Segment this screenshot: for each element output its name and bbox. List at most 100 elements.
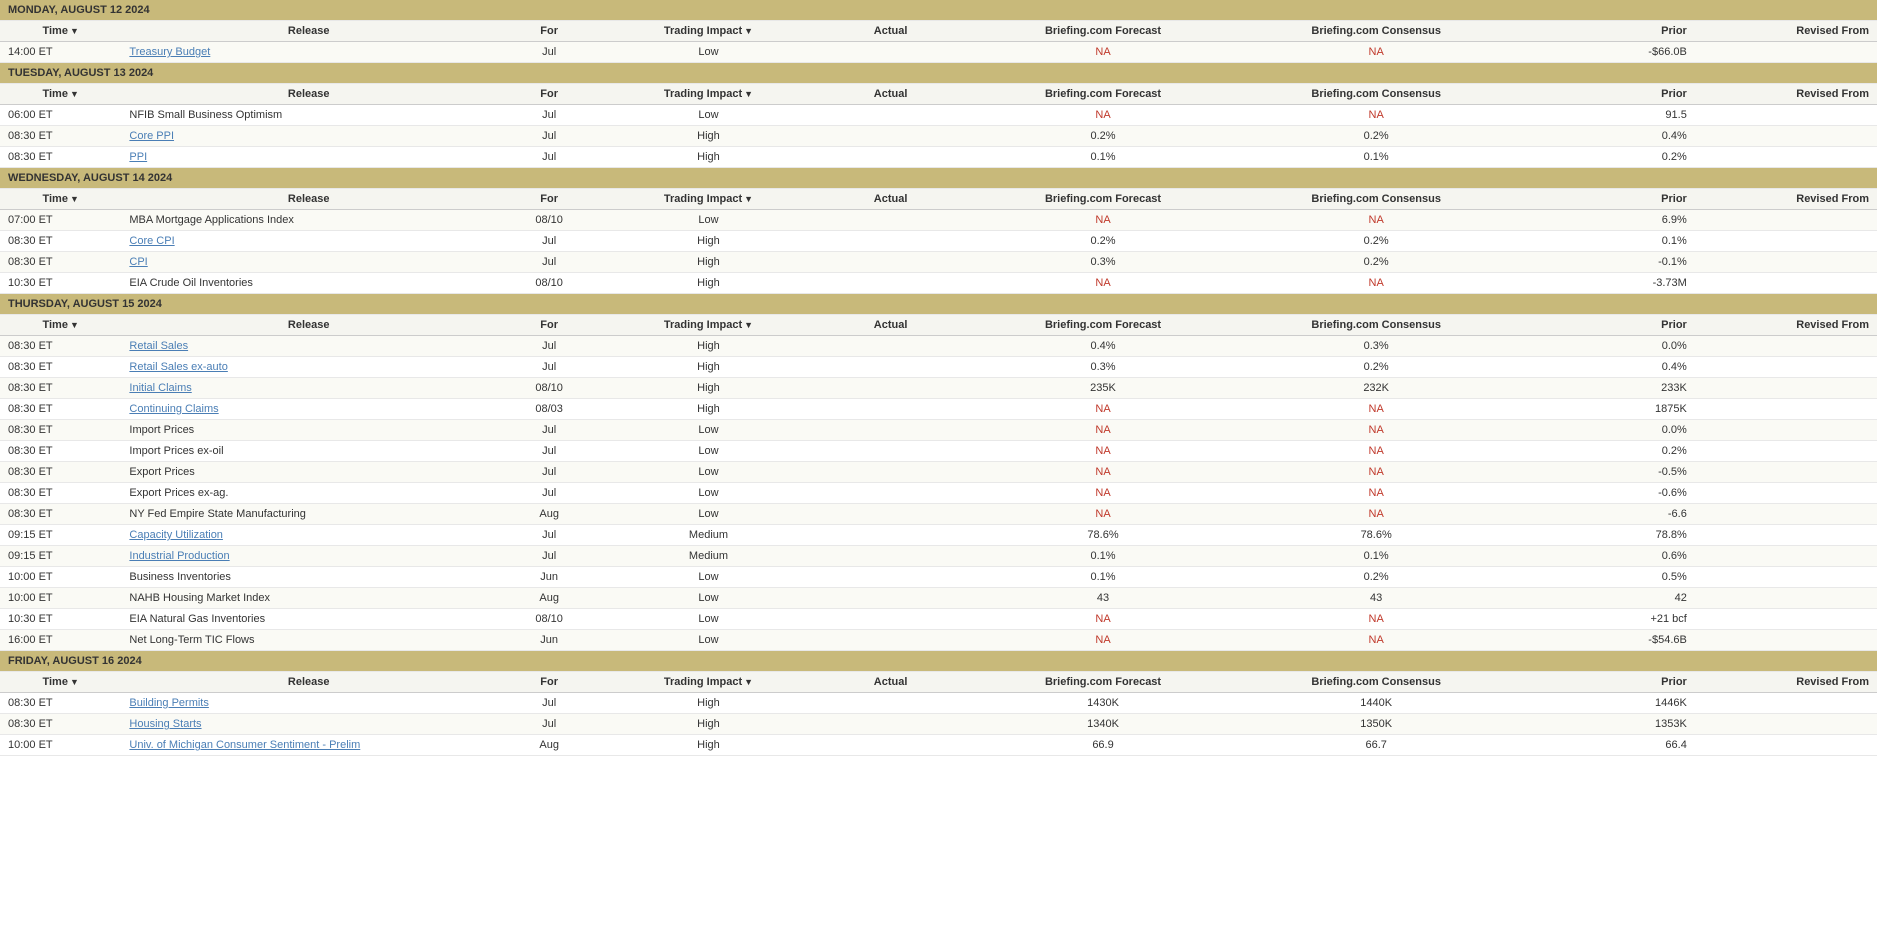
col-header-revised-from: Revised From bbox=[1695, 315, 1877, 336]
sort-arrow-icon: ▼ bbox=[70, 89, 79, 99]
release-cell[interactable]: Univ. of Michigan Consumer Sentiment - P… bbox=[121, 735, 496, 756]
col-header-briefingcom-forecast: Briefing.com Forecast bbox=[966, 672, 1239, 693]
release-link[interactable]: Building Permits bbox=[129, 697, 208, 709]
actual-cell bbox=[815, 147, 967, 168]
col-header-trading-impact[interactable]: Trading Impact▼ bbox=[602, 84, 814, 105]
col-header-briefingcom-forecast: Briefing.com Forecast bbox=[966, 315, 1239, 336]
release-cell[interactable]: Treasury Budget bbox=[121, 42, 496, 63]
bc-forecast-cell: NA bbox=[966, 210, 1239, 231]
prior-cell: +21 bcf bbox=[1513, 609, 1695, 630]
revised-cell bbox=[1695, 336, 1877, 357]
for-cell: Jul bbox=[496, 42, 602, 63]
col-header-trading-impact[interactable]: Trading Impact▼ bbox=[602, 672, 814, 693]
release-cell[interactable]: CPI bbox=[121, 252, 496, 273]
day-header-row: MONDAY, AUGUST 12 2024 bbox=[0, 0, 1877, 21]
bc-consensus-cell: NA bbox=[1240, 105, 1513, 126]
col-header-trading-impact[interactable]: Trading Impact▼ bbox=[602, 189, 814, 210]
col-header-for: For bbox=[496, 315, 602, 336]
release-link[interactable]: Treasury Budget bbox=[129, 46, 210, 58]
prior-cell: 0.1% bbox=[1513, 231, 1695, 252]
revised-cell bbox=[1695, 483, 1877, 504]
bc-forecast-cell: 0.2% bbox=[966, 126, 1239, 147]
time-cell: 10:00 ET bbox=[0, 588, 121, 609]
actual-cell bbox=[815, 504, 967, 525]
actual-cell bbox=[815, 357, 967, 378]
col-header-time[interactable]: Time▼ bbox=[0, 315, 121, 336]
impact-cell: Low bbox=[602, 504, 814, 525]
bc-forecast-cell: 43 bbox=[966, 588, 1239, 609]
bc-forecast-cell: 0.1% bbox=[966, 147, 1239, 168]
col-header-release: Release bbox=[121, 315, 496, 336]
col-header-briefingcom-consensus: Briefing.com Consensus bbox=[1240, 315, 1513, 336]
release-cell[interactable]: Initial Claims bbox=[121, 378, 496, 399]
release-link[interactable]: Core CPI bbox=[129, 235, 174, 247]
col-header-briefingcom-forecast: Briefing.com Forecast bbox=[966, 21, 1239, 42]
for-cell: 08/03 bbox=[496, 399, 602, 420]
release-cell[interactable]: Continuing Claims bbox=[121, 399, 496, 420]
release-cell[interactable]: Retail Sales ex-auto bbox=[121, 357, 496, 378]
sort-arrow-icon: ▼ bbox=[744, 26, 753, 36]
actual-cell bbox=[815, 630, 967, 651]
impact-cell: Low bbox=[602, 105, 814, 126]
prior-cell: 0.5% bbox=[1513, 567, 1695, 588]
time-cell: 08:30 ET bbox=[0, 462, 121, 483]
actual-cell bbox=[815, 714, 967, 735]
release-cell[interactable]: Building Permits bbox=[121, 693, 496, 714]
col-header-for: For bbox=[496, 84, 602, 105]
prior-cell: 1353K bbox=[1513, 714, 1695, 735]
release-cell[interactable]: Capacity Utilization bbox=[121, 525, 496, 546]
release-link[interactable]: Core PPI bbox=[129, 130, 174, 142]
release-link[interactable]: CPI bbox=[129, 256, 147, 268]
col-header-time[interactable]: Time▼ bbox=[0, 189, 121, 210]
prior-cell: -0.6% bbox=[1513, 483, 1695, 504]
table-row: 10:00 ETBusiness InventoriesJunLow0.1%0.… bbox=[0, 567, 1877, 588]
revised-cell bbox=[1695, 357, 1877, 378]
col-header-time[interactable]: Time▼ bbox=[0, 672, 121, 693]
prior-cell: 0.2% bbox=[1513, 147, 1695, 168]
impact-cell: Low bbox=[602, 42, 814, 63]
bc-consensus-cell: NA bbox=[1240, 609, 1513, 630]
col-header-time[interactable]: Time▼ bbox=[0, 84, 121, 105]
release-link[interactable]: Retail Sales ex-auto bbox=[129, 361, 227, 373]
col-header-time[interactable]: Time▼ bbox=[0, 21, 121, 42]
col-header-for: For bbox=[496, 21, 602, 42]
release-link[interactable]: PPI bbox=[129, 151, 147, 163]
impact-cell: High bbox=[602, 147, 814, 168]
prior-cell: 1875K bbox=[1513, 399, 1695, 420]
revised-cell bbox=[1695, 735, 1877, 756]
revised-cell bbox=[1695, 567, 1877, 588]
actual-cell bbox=[815, 252, 967, 273]
actual-cell bbox=[815, 105, 967, 126]
release-cell[interactable]: Retail Sales bbox=[121, 336, 496, 357]
release-cell[interactable]: Industrial Production bbox=[121, 546, 496, 567]
prior-cell: -3.73M bbox=[1513, 273, 1695, 294]
release-link[interactable]: Initial Claims bbox=[129, 382, 191, 394]
bc-consensus-cell: 0.1% bbox=[1240, 546, 1513, 567]
for-cell: Aug bbox=[496, 504, 602, 525]
release-link[interactable]: Continuing Claims bbox=[129, 403, 218, 415]
sort-arrow-icon: ▼ bbox=[744, 194, 753, 204]
table-row: 16:00 ETNet Long-Term TIC FlowsJunLowNAN… bbox=[0, 630, 1877, 651]
impact-cell: High bbox=[602, 357, 814, 378]
bc-forecast-cell: NA bbox=[966, 399, 1239, 420]
release-cell[interactable]: PPI bbox=[121, 147, 496, 168]
release-link[interactable]: Retail Sales bbox=[129, 340, 188, 352]
release-link[interactable]: Univ. of Michigan Consumer Sentiment - P… bbox=[129, 739, 360, 751]
actual-cell bbox=[815, 546, 967, 567]
revised-cell bbox=[1695, 441, 1877, 462]
release-link[interactable]: Housing Starts bbox=[129, 718, 201, 730]
release-link[interactable]: Industrial Production bbox=[129, 550, 229, 562]
release-cell: EIA Natural Gas Inventories bbox=[121, 609, 496, 630]
release-cell[interactable]: Core PPI bbox=[121, 126, 496, 147]
impact-cell: Medium bbox=[602, 525, 814, 546]
release-link[interactable]: Capacity Utilization bbox=[129, 529, 223, 541]
bc-consensus-cell: 66.7 bbox=[1240, 735, 1513, 756]
col-header-trading-impact[interactable]: Trading Impact▼ bbox=[602, 315, 814, 336]
prior-cell: 0.4% bbox=[1513, 357, 1695, 378]
bc-forecast-cell: 0.1% bbox=[966, 567, 1239, 588]
release-cell[interactable]: Housing Starts bbox=[121, 714, 496, 735]
table-row: 08:30 ETBuilding PermitsJulHigh1430K1440… bbox=[0, 693, 1877, 714]
release-cell[interactable]: Core CPI bbox=[121, 231, 496, 252]
col-header-trading-impact[interactable]: Trading Impact▼ bbox=[602, 21, 814, 42]
column-header-row: Time▼ReleaseForTrading Impact▼ActualBrie… bbox=[0, 672, 1877, 693]
